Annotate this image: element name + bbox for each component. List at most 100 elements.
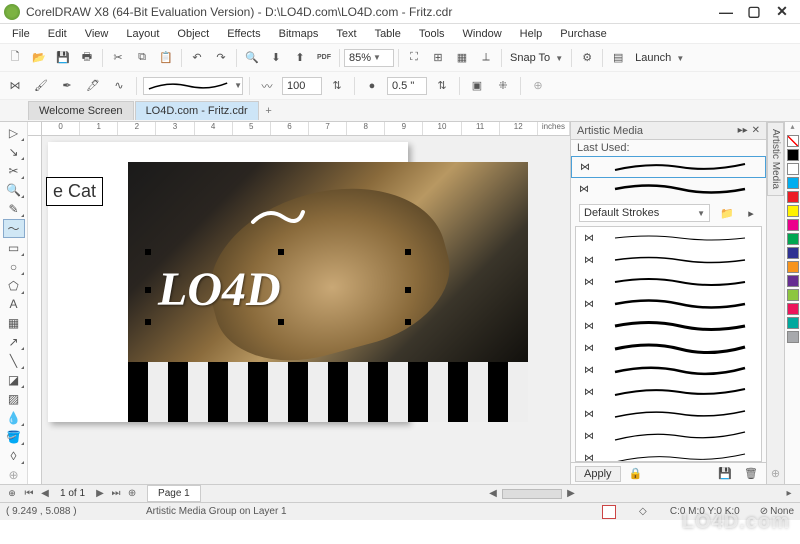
shape-tool[interactable]: ↘ <box>3 143 25 161</box>
menu-file[interactable]: File <box>4 26 38 42</box>
horizontal-ruler[interactable]: 0123456789101112inches <box>42 122 570 136</box>
transparency-tool[interactable]: ▨ <box>3 390 25 408</box>
color-swatch[interactable] <box>787 177 799 189</box>
copy-button[interactable]: ⧉ <box>131 47 153 69</box>
launch-dropdown[interactable]: Launch ▼ <box>631 52 688 64</box>
pick-tool[interactable]: ▷ <box>3 124 25 142</box>
menu-bitmaps[interactable]: Bitmaps <box>271 26 327 42</box>
fill-none-indicator[interactable]: ⊘ None <box>760 506 794 517</box>
undo-button[interactable]: ↶ <box>186 47 208 69</box>
stroke-preset[interactable]: ⋈ <box>576 249 761 271</box>
menu-object[interactable]: Object <box>169 26 217 42</box>
stroke-preset[interactable]: ⋈ <box>576 403 761 425</box>
menu-text[interactable]: Text <box>328 26 364 42</box>
polygon-tool[interactable]: ⬠ <box>3 277 25 295</box>
stroke-preset[interactable]: ⋈ <box>576 227 761 249</box>
fullscreen-button[interactable]: ⛶ <box>403 47 425 69</box>
add-button[interactable]: ⊕ <box>527 75 549 97</box>
menu-edit[interactable]: Edit <box>40 26 75 42</box>
import-button[interactable]: ⬇ <box>265 47 287 69</box>
save-button[interactable]: 💾 <box>52 47 74 69</box>
brush-mode-button[interactable]: 🖌 <box>30 75 52 97</box>
apply-button[interactable]: Apply <box>575 466 621 482</box>
color-swatch[interactable] <box>787 233 799 245</box>
preset-mode-button[interactable]: ⋈ <box>4 75 26 97</box>
lock-button[interactable]: 🔒 <box>625 463 647 485</box>
color-swatch[interactable] <box>787 275 799 287</box>
stroke-preset[interactable]: ⋈ <box>576 359 761 381</box>
selection-handles[interactable] <box>148 252 408 322</box>
menu-purchase[interactable]: Purchase <box>552 26 614 42</box>
page-tab[interactable]: Page 1 <box>147 485 201 502</box>
panel-expand-icon[interactable]: ▸ <box>782 488 796 499</box>
outline-tool[interactable]: ◊ <box>3 447 25 465</box>
palette-up-icon[interactable]: ▴ <box>790 122 794 134</box>
guidelines-button[interactable]: ⟂ <box>475 47 497 69</box>
spinner-icon[interactable]: ⇅ <box>326 75 348 97</box>
color-swatch[interactable] <box>787 219 799 231</box>
minimize-button[interactable]: — <box>712 3 740 21</box>
drop-shadow-tool[interactable]: ◪ <box>3 371 25 389</box>
stroke-preset[interactable]: ⋈ <box>576 425 761 447</box>
panel-collapse-icon[interactable]: ▸▸ <box>738 125 748 136</box>
calligraphic-mode-button[interactable]: 🖊 <box>82 75 104 97</box>
stroke-preset[interactable]: ⋈ <box>576 337 761 359</box>
menu-tools[interactable]: Tools <box>411 26 453 42</box>
menu-window[interactable]: Window <box>455 26 510 42</box>
ellipse-tool[interactable]: ○ <box>3 258 25 276</box>
stroke-list[interactable]: ⋈ ⋈ ⋈ ⋈ ⋈ ⋈ ⋈ ⋈ ⋈ ⋈ ⋈ ⋈ <box>575 226 762 462</box>
snap-to-dropdown[interactable]: Snap To ▼ <box>506 52 567 64</box>
text-tool[interactable]: A <box>3 296 25 314</box>
stroke-category-dropdown[interactable]: Default Strokes▼ <box>579 204 710 222</box>
add-page-button[interactable]: ⊕ <box>4 487 20 501</box>
sprayer-mode-button[interactable]: ✒ <box>56 75 78 97</box>
smoothing-input[interactable]: 100 <box>282 77 322 95</box>
artistic-media-tab[interactable]: Artistic Media <box>767 122 784 196</box>
zoom-input[interactable]: 85%▼ <box>344 49 394 67</box>
more-tools-button[interactable]: ⊕ <box>3 466 25 484</box>
color-swatch[interactable] <box>787 163 799 175</box>
fill-indicator-icon[interactable] <box>602 505 616 519</box>
close-button[interactable]: ✕ <box>768 3 796 21</box>
freehand-tool[interactable]: ✎ <box>3 200 25 218</box>
cut-button[interactable]: ✂ <box>107 47 129 69</box>
spinner-icon[interactable]: ⇅ <box>431 75 453 97</box>
rectangle-tool[interactable]: ▭ <box>3 239 25 257</box>
paste-button[interactable]: 📋 <box>155 47 177 69</box>
color-swatch[interactable] <box>787 261 799 273</box>
first-page-button[interactable]: ⏮ <box>22 488 36 499</box>
delete-preset-button[interactable]: 🗑 <box>740 463 762 485</box>
stroke-preset[interactable]: ⋈ <box>576 381 761 403</box>
text-object[interactable]: e Cat <box>46 177 103 206</box>
pdf-button[interactable]: PDF <box>313 47 335 69</box>
color-swatch[interactable] <box>787 317 799 329</box>
menu-table[interactable]: Table <box>367 26 409 42</box>
add-page-after-button[interactable]: ⊕ <box>125 488 139 499</box>
rulers-button[interactable]: ⊞ <box>427 47 449 69</box>
menu-help[interactable]: Help <box>512 26 551 42</box>
next-page-button[interactable]: ▶ <box>93 488 107 499</box>
new-button[interactable]: 🗋 <box>4 47 26 69</box>
outline-indicator-icon[interactable]: ◇ <box>636 505 650 519</box>
stroke-preset[interactable]: ⋈ <box>576 293 761 315</box>
color-swatch[interactable] <box>787 331 799 343</box>
tab-document[interactable]: LO4D.com - Fritz.cdr <box>135 101 259 120</box>
last-page-button[interactable]: ⏭ <box>109 488 123 499</box>
stroke-preset[interactable]: ⋈ <box>576 315 761 337</box>
prev-page-button[interactable]: ◀ <box>38 488 52 499</box>
fill-tool[interactable]: 🪣 <box>3 428 25 446</box>
color-swatch[interactable] <box>787 289 799 301</box>
scale-stroke-button[interactable]: ⁜ <box>492 75 514 97</box>
color-swatch[interactable] <box>787 149 799 161</box>
horizontal-scrollbar[interactable] <box>502 489 562 499</box>
export-button[interactable]: ⬆ <box>289 47 311 69</box>
stroke-preset[interactable]: ⋈ <box>576 271 761 293</box>
stroke-preset-dropdown[interactable]: ▼ <box>143 77 243 95</box>
dimension-tool[interactable]: ↗ <box>3 333 25 351</box>
table-tool[interactable]: ▦ <box>3 314 25 332</box>
canvas-area[interactable]: 0123456789101112inches e Cat LO4D <box>28 122 570 484</box>
redo-button[interactable]: ↷ <box>210 47 232 69</box>
eyedropper-tool[interactable]: 💧 <box>3 409 25 427</box>
scroll-left-icon[interactable]: ◀ <box>486 488 500 499</box>
connector-tool[interactable]: ╲ <box>3 352 25 370</box>
